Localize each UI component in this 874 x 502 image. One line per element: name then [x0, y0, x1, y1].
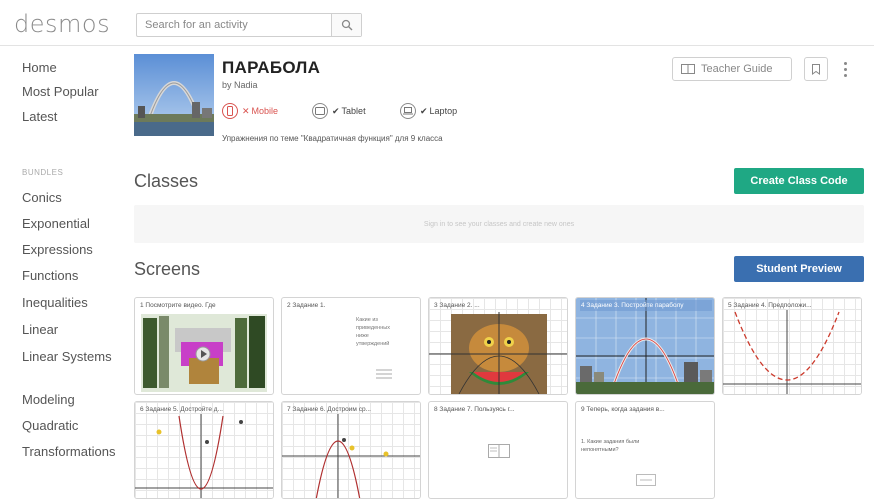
create-class-code-button[interactable]: Create Class Code — [734, 168, 864, 194]
bundle-transformations[interactable]: Transformations — [22, 444, 115, 459]
more-dot-icon — [843, 73, 847, 77]
bundle-linear-systems[interactable]: Linear Systems — [22, 348, 112, 365]
top-bar: desmos — [0, 0, 874, 46]
laptop-mark: ✔ — [420, 105, 428, 116]
card-5-preview — [723, 298, 861, 394]
card-4-title: 4 Задание 3. Постройте параболу — [581, 302, 684, 309]
student-preview-button[interactable]: Student Preview — [734, 256, 864, 282]
bundle-inequalities[interactable]: Inequalities — [22, 295, 88, 310]
input-icon — [636, 474, 656, 486]
classes-empty-text[interactable]: Sign in to see your classes and create n… — [424, 221, 574, 228]
mobile-mark: ✕ — [242, 105, 250, 116]
card-3-preview — [429, 298, 567, 394]
teacher-guide-button[interactable]: Teacher Guide — [672, 57, 792, 81]
card-7-title: 7 Задание 6. Достроим ср... — [287, 406, 371, 413]
card-2-text-line: утверждений — [356, 341, 390, 347]
laptop-icon — [400, 103, 416, 119]
mobile-label: Mobile — [251, 106, 279, 116]
card-2-text-line: ниже — [356, 333, 369, 339]
search-button[interactable] — [331, 14, 361, 36]
list-icon — [376, 369, 392, 379]
screen-card-4[interactable]: 4 Задание 3. Постройте параболу — [575, 297, 715, 395]
screen-card-6[interactable]: 6 Задание 5. Достройте д... — [134, 401, 274, 499]
screen-card-1[interactable]: 1 Посмотрите видео. Где — [134, 297, 274, 395]
card-9-title: 9 Теперь, когда задания в... — [581, 406, 665, 413]
card-3-title: 3 Задание 2. ... — [434, 302, 480, 309]
desmos-logo[interactable]: desmos — [14, 10, 110, 38]
card-2-text-line: Какие из — [356, 317, 378, 323]
card-2-title: 2 Задание 1. — [287, 302, 326, 309]
book-icon — [681, 64, 695, 74]
card-7-preview — [282, 402, 420, 498]
more-dot-icon — [843, 61, 847, 65]
mobile-icon — [222, 103, 238, 119]
nav-home[interactable]: Home — [22, 60, 57, 75]
classes-empty-box: Sign in to see your classes and create n… — [134, 205, 864, 243]
screens-heading: Screens — [134, 259, 201, 279]
card-1-title: 1 Посмотрите видео. Где — [140, 302, 216, 309]
screen-card-2[interactable]: 2 Задание 1. Какие из приведенных ниже у… — [281, 297, 421, 395]
bundle-functions[interactable]: Functions — [22, 268, 78, 283]
bundle-conics[interactable]: Conics — [22, 190, 62, 205]
sidebar: Home Most Popular Latest BUNDLES Conics … — [0, 46, 128, 502]
device-laptop: ✔ Laptop — [400, 103, 457, 119]
screen-card-9[interactable]: 9 Теперь, когда задания в... 1. Какие за… — [575, 401, 715, 499]
tablet-icon — [312, 103, 328, 119]
bookmark-icon — [812, 63, 820, 75]
bundle-modeling[interactable]: Modeling — [22, 392, 75, 407]
screen-card-5[interactable]: 5 Задание 4. Предположи... — [722, 297, 862, 395]
card-9-text: 1. Какие задания были непонятными? — [581, 438, 639, 454]
activity-author[interactable]: by Nadia — [222, 80, 258, 90]
bundle-expressions[interactable]: Expressions — [22, 242, 93, 257]
laptop-label: Laptop — [429, 106, 458, 116]
screen-layout-icon — [488, 444, 510, 458]
activity-thumbnail — [134, 54, 214, 136]
screen-card-8[interactable]: 8 Задание 7. Пользуясь г... — [428, 401, 568, 499]
card-5-title: 5 Задание 4. Предположи... — [728, 302, 812, 309]
screen-card-3[interactable]: 3 Задание 2. ... — [428, 297, 568, 395]
card-6-preview — [135, 402, 273, 498]
more-options-button[interactable] — [838, 58, 852, 80]
tablet-mark: ✔ — [332, 105, 340, 116]
card-9-text-line: непонятными? — [581, 447, 619, 453]
card-4-preview — [576, 298, 714, 394]
card-2-text: Какие из приведенных ниже утверждений — [356, 316, 390, 348]
teacher-guide-label: Teacher Guide — [701, 63, 773, 75]
nav-latest[interactable]: Latest — [22, 109, 57, 124]
bundle-quadratic[interactable]: Quadratic — [22, 418, 78, 433]
card-1-preview — [135, 298, 273, 394]
nav-most-popular[interactable]: Most Popular — [22, 84, 99, 99]
more-dot-icon — [843, 67, 847, 71]
screen-card-7[interactable]: 7 Задание 6. Достроим ср... — [281, 401, 421, 499]
search-icon — [341, 19, 352, 31]
card-9-text-line: 1. Какие задания были — [581, 439, 640, 445]
activity-description: Упражнения по теме "Квадратичная функция… — [222, 134, 443, 143]
activity-title: ПАРАБОЛА — [222, 58, 321, 77]
card-6-title: 6 Задание 5. Достройте д... — [140, 406, 223, 413]
bundles-label: BUNDLES — [22, 168, 64, 177]
bookmark-button[interactable] — [804, 57, 828, 81]
device-mobile: ✕ Mobile — [222, 103, 278, 119]
bundle-exponential[interactable]: Exponential — [22, 216, 90, 231]
bundle-linear[interactable]: Linear — [22, 322, 58, 337]
device-tablet: ✔ Tablet — [312, 103, 366, 119]
card-8-title: 8 Задание 7. Пользуясь г... — [434, 406, 515, 413]
search-input[interactable] — [137, 14, 331, 36]
tablet-label: Tablet — [341, 106, 366, 116]
search-box — [136, 13, 362, 37]
card-2-text-line: приведенных — [356, 325, 390, 331]
classes-heading: Classes — [134, 171, 199, 191]
